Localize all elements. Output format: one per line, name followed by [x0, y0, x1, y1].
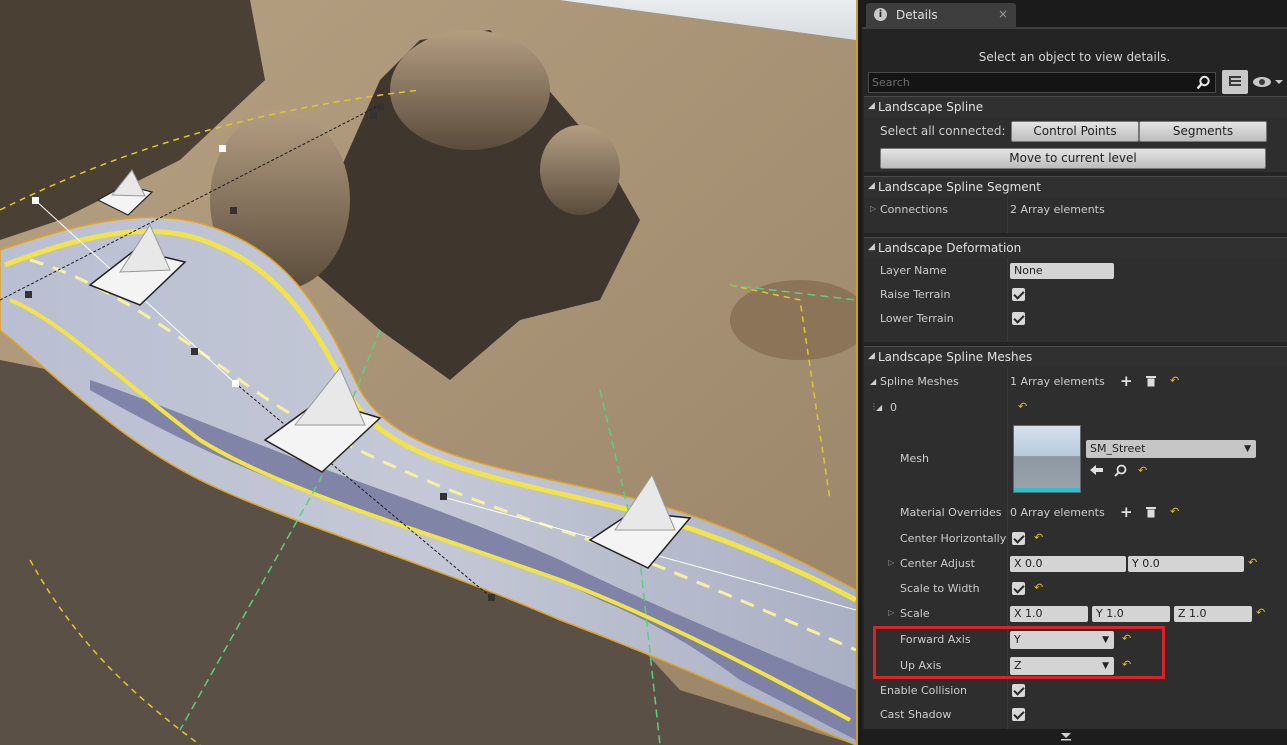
reset-to-default-icon[interactable]: ↶: [1170, 375, 1180, 386]
category-landscape-spline[interactable]: ◢ Landscape Spline: [864, 96, 1287, 117]
scale-to-width-checkbox[interactable]: [1012, 582, 1025, 595]
category-title: Landscape Spline Meshes: [878, 350, 1033, 364]
enable-collision-checkbox[interactable]: [1012, 684, 1025, 697]
search-input[interactable]: [872, 74, 1172, 90]
connections-value: 2 Array elements: [1010, 203, 1105, 216]
chevron-down-icon: ▼: [1244, 444, 1251, 454]
collapse-arrow-icon[interactable]: ◢: [868, 101, 875, 111]
trash-icon[interactable]: [1146, 375, 1156, 387]
raise-terrain-checkbox[interactable]: [1012, 288, 1025, 301]
reset-to-default-icon[interactable]: ↶: [1248, 557, 1258, 568]
scroll-more-bar[interactable]: [862, 729, 1287, 745]
material-overrides-value: 0 Array elements: [1010, 506, 1105, 519]
category-landscape-spline-meshes[interactable]: ◢ Landscape Spline Meshes: [864, 346, 1287, 367]
scale-y-field[interactable]: Y 1.0: [1092, 606, 1170, 622]
chevron-down-icon[interactable]: [1060, 732, 1072, 742]
category-landscape-spline-segment[interactable]: ◢ Landscape Spline Segment: [864, 176, 1287, 197]
center-adjust-x-field[interactable]: X 0.0: [1010, 556, 1126, 572]
reset-to-default-icon[interactable]: ↶: [1034, 532, 1044, 543]
layer-name-field[interactable]: None: [1010, 263, 1114, 279]
segments-button[interactable]: Segments: [1139, 121, 1267, 142]
category-title: Landscape Spline Segment: [878, 180, 1041, 194]
highlight-annotation-box: [873, 626, 1165, 679]
reset-to-default-icon[interactable]: ↶: [1138, 465, 1148, 476]
layer-name-label: Layer Name: [880, 264, 947, 277]
viewport-scene: [0, 0, 856, 745]
category-landscape-deformation[interactable]: ◢ Landscape Deformation: [864, 237, 1287, 258]
expand-arrow-icon[interactable]: ▷: [888, 558, 894, 567]
move-to-current-level-button[interactable]: Move to current level: [880, 148, 1266, 169]
scale-to-width-label: Scale to Width: [900, 582, 980, 595]
cast-shadow-label: Cast Shadow: [880, 708, 952, 721]
grid-icon: [1229, 76, 1241, 86]
reset-to-default-icon[interactable]: ↶: [1170, 506, 1180, 517]
collapse-arrow-icon[interactable]: ◢: [868, 351, 875, 361]
tab-bar: i Details ×: [862, 0, 1287, 27]
reset-to-default-icon[interactable]: ↶: [1034, 582, 1044, 593]
mesh-asset-dropdown[interactable]: SM_Street ▼: [1086, 440, 1256, 458]
tab-details[interactable]: i Details ×: [866, 3, 1016, 27]
center-adjust-y-field[interactable]: Y 0.0: [1128, 556, 1244, 572]
lower-terrain-checkbox[interactable]: [1012, 312, 1025, 325]
use-selected-arrow-icon[interactable]: [1090, 464, 1104, 476]
spline-meshes-value: 1 Array elements: [1010, 375, 1105, 388]
collapse-arrow-icon[interactable]: ◢: [870, 377, 876, 386]
collapse-arrow-icon[interactable]: ◢: [876, 403, 882, 412]
reset-to-default-icon[interactable]: ↶: [1256, 607, 1266, 618]
add-element-icon[interactable]: +: [1120, 505, 1133, 520]
raise-terrain-label: Raise Terrain: [880, 288, 951, 301]
expand-arrow-icon[interactable]: ▷: [870, 204, 876, 213]
connections-label: Connections: [880, 203, 948, 216]
expand-arrow-icon[interactable]: ▷: [888, 608, 894, 617]
cast-shadow-checkbox[interactable]: [1012, 708, 1025, 721]
scale-z-field[interactable]: Z 1.0: [1174, 606, 1252, 622]
array-index-label: 0: [890, 401, 897, 414]
trash-icon[interactable]: [1146, 506, 1156, 518]
enable-collision-label: Enable Collision: [880, 684, 968, 697]
spline-meshes-label: Spline Meshes: [880, 375, 959, 388]
column-divider[interactable]: [1007, 197, 1008, 233]
category-title: Landscape Spline: [878, 100, 984, 114]
column-divider[interactable]: [1007, 258, 1008, 342]
tab-details-label: Details: [896, 8, 938, 22]
lower-terrain-label: Lower Terrain: [880, 312, 954, 325]
search-box[interactable]: [868, 72, 1216, 93]
tab-underline: [862, 27, 1287, 29]
mesh-label: Mesh: [900, 452, 929, 465]
center-horizontally-label: Center Horizontally: [900, 532, 1007, 545]
search-icon[interactable]: [1196, 75, 1211, 90]
info-icon: i: [874, 8, 887, 21]
collapse-arrow-icon[interactable]: ◢: [868, 181, 875, 191]
browse-magnifier-icon[interactable]: [1114, 464, 1127, 477]
collapse-arrow-icon[interactable]: ◢: [868, 242, 875, 252]
level-viewport[interactable]: [0, 0, 856, 745]
property-matrix-button[interactable]: [1222, 70, 1248, 94]
reset-to-default-icon[interactable]: ↶: [1018, 401, 1028, 412]
scale-x-field[interactable]: X 1.0: [1010, 606, 1088, 622]
eye-icon: [1253, 77, 1283, 87]
mesh-asset-name: SM_Street: [1090, 442, 1146, 455]
mesh-thumbnail[interactable]: [1013, 425, 1081, 493]
center-adjust-label: Center Adjust: [900, 557, 975, 570]
center-horizontally-checkbox[interactable]: [1012, 532, 1025, 545]
close-tab-icon[interactable]: ×: [998, 7, 1008, 21]
material-overrides-label: Material Overrides: [900, 506, 1002, 519]
control-points-button[interactable]: Control Points: [1011, 121, 1139, 142]
view-options-button[interactable]: [1252, 74, 1284, 90]
thumbnail-asset-color-bar: [1014, 488, 1080, 492]
category-title: Landscape Deformation: [878, 241, 1022, 255]
select-object-hint: Select an object to view details.: [978, 50, 1171, 64]
select-all-connected-label: Select all connected:: [880, 124, 1006, 138]
add-element-icon[interactable]: +: [1120, 374, 1133, 389]
scale-label: Scale: [900, 607, 930, 620]
